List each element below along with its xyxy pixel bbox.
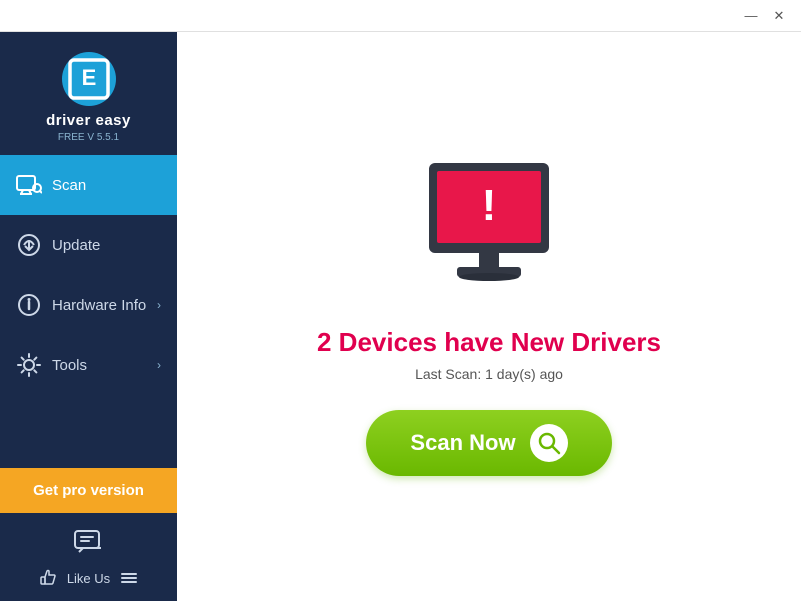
sidebar-scan-label: Scan — [52, 177, 161, 194]
sidebar-item-update[interactable]: Update — [0, 215, 177, 275]
last-scan-text: Last Scan: 1 day(s) ago — [415, 366, 563, 382]
sidebar-update-label: Update — [52, 237, 161, 254]
sidebar-nav: Scan Update — [0, 155, 177, 460]
logo-version: FREE V 5.5.1 — [58, 132, 119, 143]
sidebar: E driver easy FREE V 5.5.1 Sc — [0, 32, 177, 601]
tools-icon — [16, 352, 42, 378]
title-bar: — ✕ — [0, 0, 801, 32]
sidebar-bottom: Like Us — [0, 513, 177, 601]
monitor-illustration: ! — [409, 158, 569, 303]
logo-text: driver easy — [46, 112, 131, 130]
close-button[interactable]: ✕ — [765, 5, 793, 27]
scan-now-label: Scan Now — [410, 430, 515, 456]
sidebar-item-tools[interactable]: Tools › — [0, 335, 177, 395]
main-layout: E driver easy FREE V 5.5.1 Sc — [0, 32, 801, 601]
thumbs-up-icon — [39, 569, 57, 587]
like-us-row[interactable]: Like Us — [39, 569, 138, 587]
hardware-info-icon — [16, 292, 42, 318]
scan-now-button[interactable]: Scan Now — [366, 410, 611, 476]
list-icon — [120, 569, 138, 587]
svg-text:!: ! — [482, 181, 497, 230]
tools-chevron: › — [157, 358, 161, 372]
logo-icon: E — [62, 52, 116, 106]
content-area: ! 2 Devices have New Drivers Last Scan: … — [177, 32, 801, 601]
get-pro-button[interactable]: Get pro version — [0, 468, 177, 513]
like-us-label: Like Us — [67, 571, 110, 586]
sidebar-logo: E driver easy FREE V 5.5.1 — [0, 32, 177, 155]
chat-icon — [73, 527, 105, 559]
sidebar-tools-label: Tools — [52, 357, 157, 374]
minimize-button[interactable]: — — [737, 5, 765, 27]
search-icon-circle — [530, 424, 568, 462]
sidebar-item-scan[interactable]: Scan — [0, 155, 177, 215]
monitor-svg: ! — [409, 158, 569, 298]
scan-icon — [16, 172, 42, 198]
sidebar-hardware-label: Hardware Info — [52, 297, 157, 314]
hardware-info-chevron: › — [157, 298, 161, 312]
svg-text:E: E — [81, 65, 96, 90]
scan-headline: 2 Devices have New Drivers — [317, 327, 661, 358]
sidebar-item-hardware-info[interactable]: Hardware Info › — [0, 275, 177, 335]
search-icon — [537, 431, 561, 455]
update-icon — [16, 232, 42, 258]
chat-icon-wrap — [73, 527, 105, 559]
